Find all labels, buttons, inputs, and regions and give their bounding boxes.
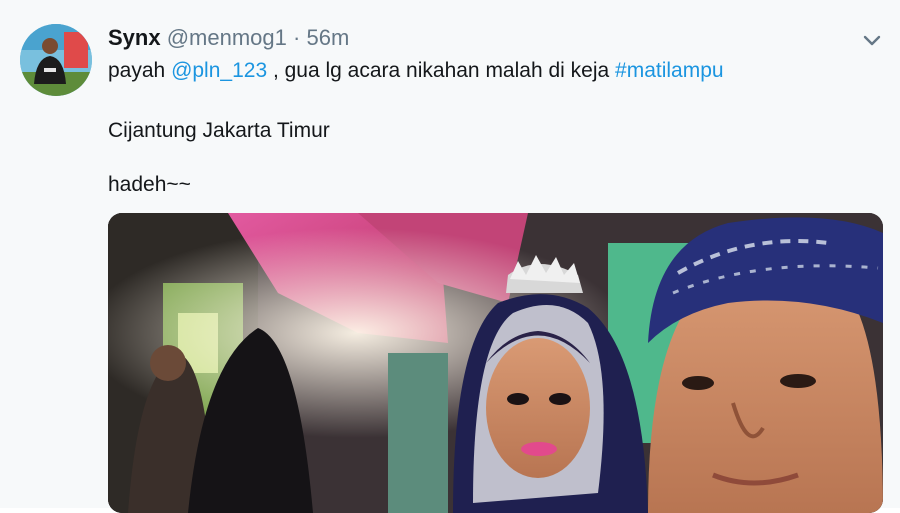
tweet-text-line-1: payah @pln_123 , gua lg acara nikahan ma… xyxy=(108,58,724,84)
photo-image xyxy=(108,213,883,513)
author-handle[interactable]: @menmog1 xyxy=(167,25,287,50)
chevron-down-icon[interactable] xyxy=(858,26,886,54)
mention-link[interactable]: @pln_123 xyxy=(171,59,267,82)
avatar-image xyxy=(20,24,92,96)
separator-dot: · xyxy=(293,25,301,50)
tweet-header: Synx @menmog1 · 56m xyxy=(108,24,349,52)
tweet-text-line-2: Cijantung Jakarta Timur xyxy=(108,119,330,142)
tweet-timestamp[interactable]: 56m xyxy=(306,25,349,50)
author-name[interactable]: Synx xyxy=(108,25,161,50)
text-middle: , gua lg acara nikahan malah di keja xyxy=(267,59,616,82)
text-prefix: payah xyxy=(108,59,172,82)
avatar[interactable] xyxy=(20,24,92,96)
tweet-photo[interactable] xyxy=(108,213,883,513)
tweet-text-line-3: hadeh~~ xyxy=(108,173,191,196)
tweet-card[interactable]: Synx @menmog1 · 56m payah @pln_123 , gua… xyxy=(0,0,900,513)
hashtag-link[interactable]: #matilampu xyxy=(615,59,724,82)
